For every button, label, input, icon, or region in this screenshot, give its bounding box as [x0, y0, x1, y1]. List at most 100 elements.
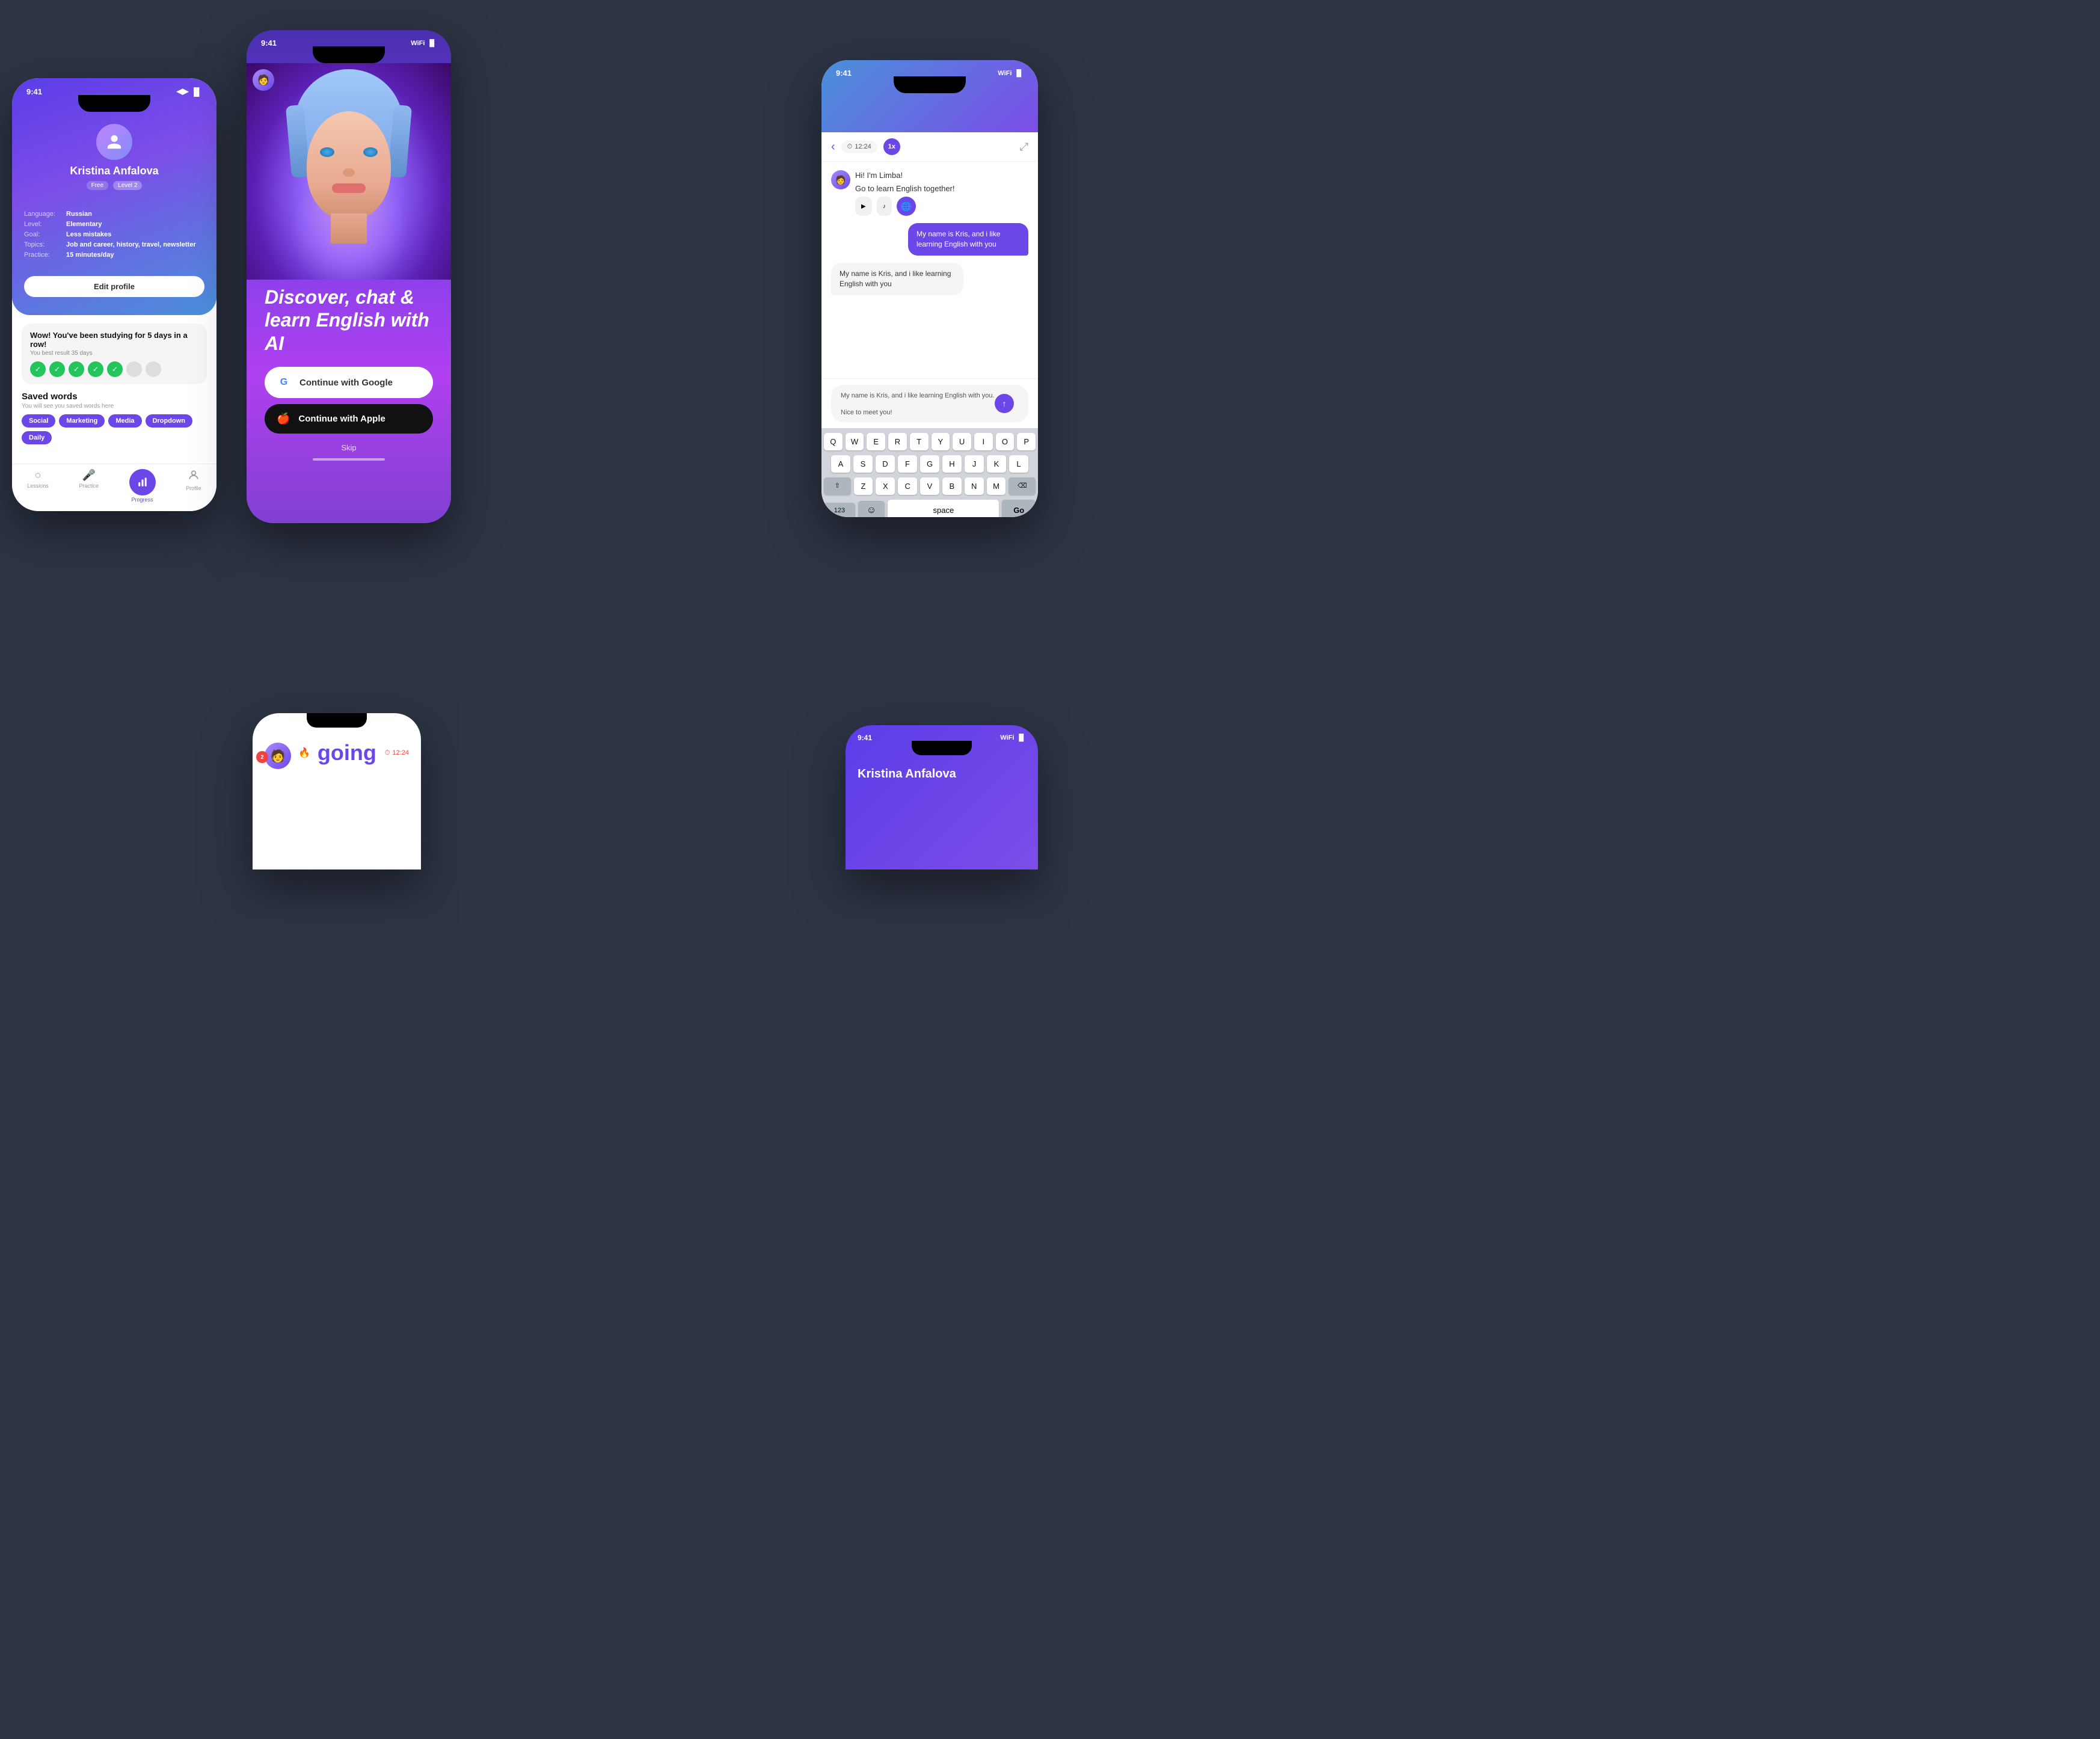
expand-button[interactable]: ⤢ [1020, 141, 1028, 153]
phone-discover: 9:41 WiFi ▐▌ 🧑 [247, 30, 451, 523]
bot-text-1: Hi! I'm Limba! [855, 170, 955, 181]
key-123[interactable]: 123 [824, 503, 855, 518]
level-value: Elementary [66, 221, 204, 228]
nav-item-progress[interactable]: Progress [129, 469, 156, 503]
key-b[interactable]: B [942, 477, 962, 495]
audio-speed-btn[interactable]: ♪ [877, 197, 892, 216]
send-button[interactable]: ↑ [995, 394, 1014, 413]
skip-link[interactable]: Skip [265, 443, 433, 452]
audio-play-btn[interactable]: ▶ [855, 197, 872, 216]
key-x[interactable]: X [876, 477, 895, 495]
saved-words-title: Saved words [22, 391, 207, 402]
key-n[interactable]: N [965, 477, 984, 495]
key-m[interactable]: M [987, 477, 1006, 495]
word-tag-marketing[interactable]: Marketing [59, 414, 105, 428]
ph4-avatar: 🧑 [265, 743, 291, 769]
discover-text-section: Discover, chat & learn English with AI G… [247, 280, 451, 467]
phone-partial-chat: 🧑 2 🔥 going ⏱ 12:24 [253, 713, 421, 870]
key-s[interactable]: S [853, 455, 873, 473]
word-tags: Social Marketing Media Dropdown Daily [22, 414, 207, 444]
saved-words-subtitle: You will see you saved words here [22, 403, 207, 409]
key-w[interactable]: W [846, 433, 864, 450]
key-f[interactable]: F [898, 455, 917, 473]
key-u[interactable]: U [953, 433, 971, 450]
key-r[interactable]: R [888, 433, 907, 450]
gray-bubble-1: My name is Kris, and i like learning Eng… [831, 263, 963, 295]
language-label: Language: [24, 210, 66, 218]
key-d[interactable]: D [876, 455, 895, 473]
word-tag-media[interactable]: Media [108, 414, 141, 428]
profile-badges: Free Level 2 [87, 181, 143, 190]
status-bar-5: 9:41 WiFi ▐▌ [846, 725, 1038, 742]
key-delete[interactable]: ⌫ [1009, 477, 1036, 495]
timer-badge: ⏱ 12:24 [841, 141, 877, 153]
key-v[interactable]: V [920, 477, 939, 495]
edit-profile-button[interactable]: Edit profile [24, 276, 204, 297]
key-shift[interactable]: ⇧ [824, 477, 851, 495]
key-q[interactable]: Q [824, 433, 843, 450]
speed-badge[interactable]: 1x [883, 138, 900, 155]
bot-text-2: Go to learn English together! [855, 183, 955, 194]
ph4-badge: 2 [256, 751, 268, 763]
battery-icon-2: ▐▌ [427, 40, 437, 47]
key-g[interactable]: G [920, 455, 939, 473]
nav-item-practice[interactable]: 🎤 Practice [79, 469, 99, 503]
nav-item-lessons[interactable]: ○ Lessions [27, 469, 49, 503]
key-l[interactable]: L [1009, 455, 1028, 473]
status-icons-3: WiFi ▐▌ [998, 70, 1024, 77]
bot-avatar: 🧑 [831, 170, 850, 189]
streak-dot-5: ✓ [107, 361, 123, 377]
key-t[interactable]: T [910, 433, 929, 450]
key-o[interactable]: O [996, 433, 1015, 450]
nav-item-profile[interactable]: Profile [186, 469, 201, 503]
timer-icon: ⏱ [385, 749, 390, 757]
key-space[interactable]: space [888, 500, 999, 517]
word-tag-dropdown[interactable]: Dropdown [146, 414, 192, 428]
back-button[interactable]: ‹ [831, 140, 835, 154]
word-tag-social[interactable]: Social [22, 414, 55, 428]
hero-title: Discover, chat & learn English with AI [265, 286, 433, 355]
key-j[interactable]: J [965, 455, 984, 473]
profile-icon [188, 469, 200, 484]
time-2: 9:41 [261, 38, 277, 48]
key-c[interactable]: C [898, 477, 917, 495]
streak-dot-2: ✓ [49, 361, 65, 377]
key-p[interactable]: P [1017, 433, 1036, 450]
key-h[interactable]: H [942, 455, 962, 473]
word-tag-daily[interactable]: Daily [22, 431, 52, 444]
profile-info: Language: Russian Level: Elementary Goal… [12, 202, 216, 270]
avatar [96, 124, 132, 160]
clock-icon: ⏱ [847, 143, 853, 151]
time-3: 9:41 [836, 69, 852, 78]
notch-2 [313, 46, 385, 63]
apple-signin-button[interactable]: 🍎 Continue with Apple [265, 404, 433, 434]
nav-label-profile: Profile [186, 485, 201, 491]
key-a[interactable]: A [831, 455, 850, 473]
globe-button[interactable]: 🌐 [897, 197, 916, 216]
key-z[interactable]: Z [854, 477, 873, 495]
key-y[interactable]: Y [932, 433, 950, 450]
profile-header: Kristina Anfalova Free Level 2 [12, 118, 216, 202]
chat-messages: 🧑 Hi! I'm Limba! Go to learn English tog… [821, 162, 1038, 378]
going-text: going [318, 742, 376, 764]
progress-icon [129, 469, 156, 495]
key-i[interactable]: I [974, 433, 993, 450]
status-icons-1: ◀▶ ▐▌ [177, 87, 202, 96]
notch-4 [307, 713, 367, 728]
chat-top-bg: 9:41 WiFi ▐▌ [821, 60, 1038, 132]
key-go[interactable]: Go [1002, 500, 1036, 517]
google-signin-button[interactable]: G Continue with Google [265, 367, 433, 398]
home-indicator-2 [313, 458, 385, 461]
badge-free: Free [87, 181, 109, 190]
goal-value: Less mistakes [66, 231, 204, 238]
timer-value-4: 12:24 [392, 749, 409, 756]
key-k[interactable]: K [987, 455, 1006, 473]
google-button-label: Continue with Google [299, 378, 393, 388]
notch-5 [912, 741, 972, 755]
ph5-user-name: Kristina Anfalova [858, 767, 1026, 781]
audio-controls: ▶ ♪ 🌐 [855, 197, 955, 216]
key-e[interactable]: E [867, 433, 885, 450]
battery-icon-5: ▐▌ [1016, 734, 1026, 741]
key-emoji[interactable]: ☺ [858, 501, 885, 518]
nav-label-progress: Progress [132, 497, 153, 503]
